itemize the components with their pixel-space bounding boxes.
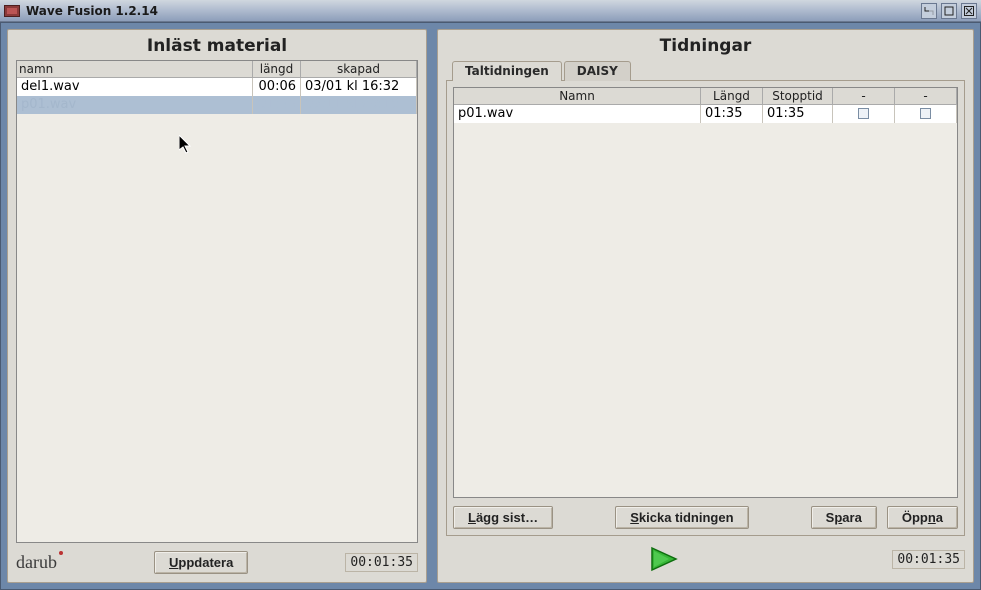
- cell-name: p01.wav: [17, 96, 253, 114]
- material-col-created[interactable]: skapad: [301, 61, 417, 78]
- status-time-right: 00:01:35: [892, 550, 965, 569]
- table-row[interactable]: p01.wav01:3501:35: [454, 105, 957, 123]
- cell-name: del1.wav: [17, 78, 253, 96]
- cell-check1[interactable]: [833, 105, 895, 123]
- cell-name: p01.wav: [454, 105, 701, 123]
- cell-check2[interactable]: [895, 105, 957, 123]
- tidning-table[interactable]: Namn Längd Stopptid - - p01.wav01:3501:3…: [453, 87, 958, 498]
- maximize-button[interactable]: [941, 3, 957, 19]
- send-newspaper-button[interactable]: Skicka tidningen: [615, 506, 748, 529]
- table-row[interactable]: del1.wav00:0603/01 kl 16:32: [17, 78, 417, 96]
- cell-created: 08/11 kl 09:18: [301, 96, 417, 114]
- brand-logo: darub: [16, 552, 57, 573]
- cell-length: 01:35: [253, 96, 301, 114]
- close-button[interactable]: [961, 3, 977, 19]
- cell-length: 01:35: [701, 105, 763, 123]
- panel-title-right: Tidningar: [446, 34, 965, 60]
- add-last-button[interactable]: Lägg sist…: [453, 506, 553, 529]
- tidning-col-check2[interactable]: -: [895, 88, 957, 105]
- tidning-col-check1[interactable]: -: [833, 88, 895, 105]
- update-button[interactable]: Uppdatera: [154, 551, 248, 574]
- cell-stoptime: 01:35: [763, 105, 833, 123]
- status-time-left: 00:01:35: [345, 553, 418, 572]
- panel-inlast-material: Inläst material namn längd skapad del1.w…: [7, 29, 427, 583]
- tab-taltidningen[interactable]: Taltidningen: [452, 61, 562, 81]
- panel-title-left: Inläst material: [16, 34, 418, 60]
- material-col-name[interactable]: namn: [17, 61, 253, 78]
- table-row[interactable]: p01.wav01:3508/11 kl 09:18: [17, 96, 417, 114]
- panel-tidningar: Tidningar TaltidningenDAISY Namn Längd S…: [437, 29, 974, 583]
- cell-created: 03/01 kl 16:32: [301, 78, 417, 96]
- tidning-col-name[interactable]: Namn: [454, 88, 701, 105]
- cell-length: 00:06: [253, 78, 301, 96]
- save-button[interactable]: Spara: [811, 506, 877, 529]
- titlebar: Wave Fusion 1.2.14: [0, 0, 981, 22]
- window-title: Wave Fusion 1.2.14: [26, 4, 921, 18]
- app-icon: [4, 5, 20, 17]
- material-col-length[interactable]: längd: [253, 61, 301, 78]
- material-table[interactable]: namn längd skapad del1.wav00:0603/01 kl …: [16, 60, 418, 543]
- minimize-button[interactable]: [921, 3, 937, 19]
- play-button[interactable]: [641, 544, 687, 574]
- tidning-col-length[interactable]: Längd: [701, 88, 763, 105]
- open-button[interactable]: Öppna: [887, 506, 958, 529]
- tab-body: Namn Längd Stopptid - - p01.wav01:3501:3…: [446, 80, 965, 536]
- tab-daisy[interactable]: DAISY: [564, 61, 631, 81]
- tidning-col-stoptime[interactable]: Stopptid: [763, 88, 833, 105]
